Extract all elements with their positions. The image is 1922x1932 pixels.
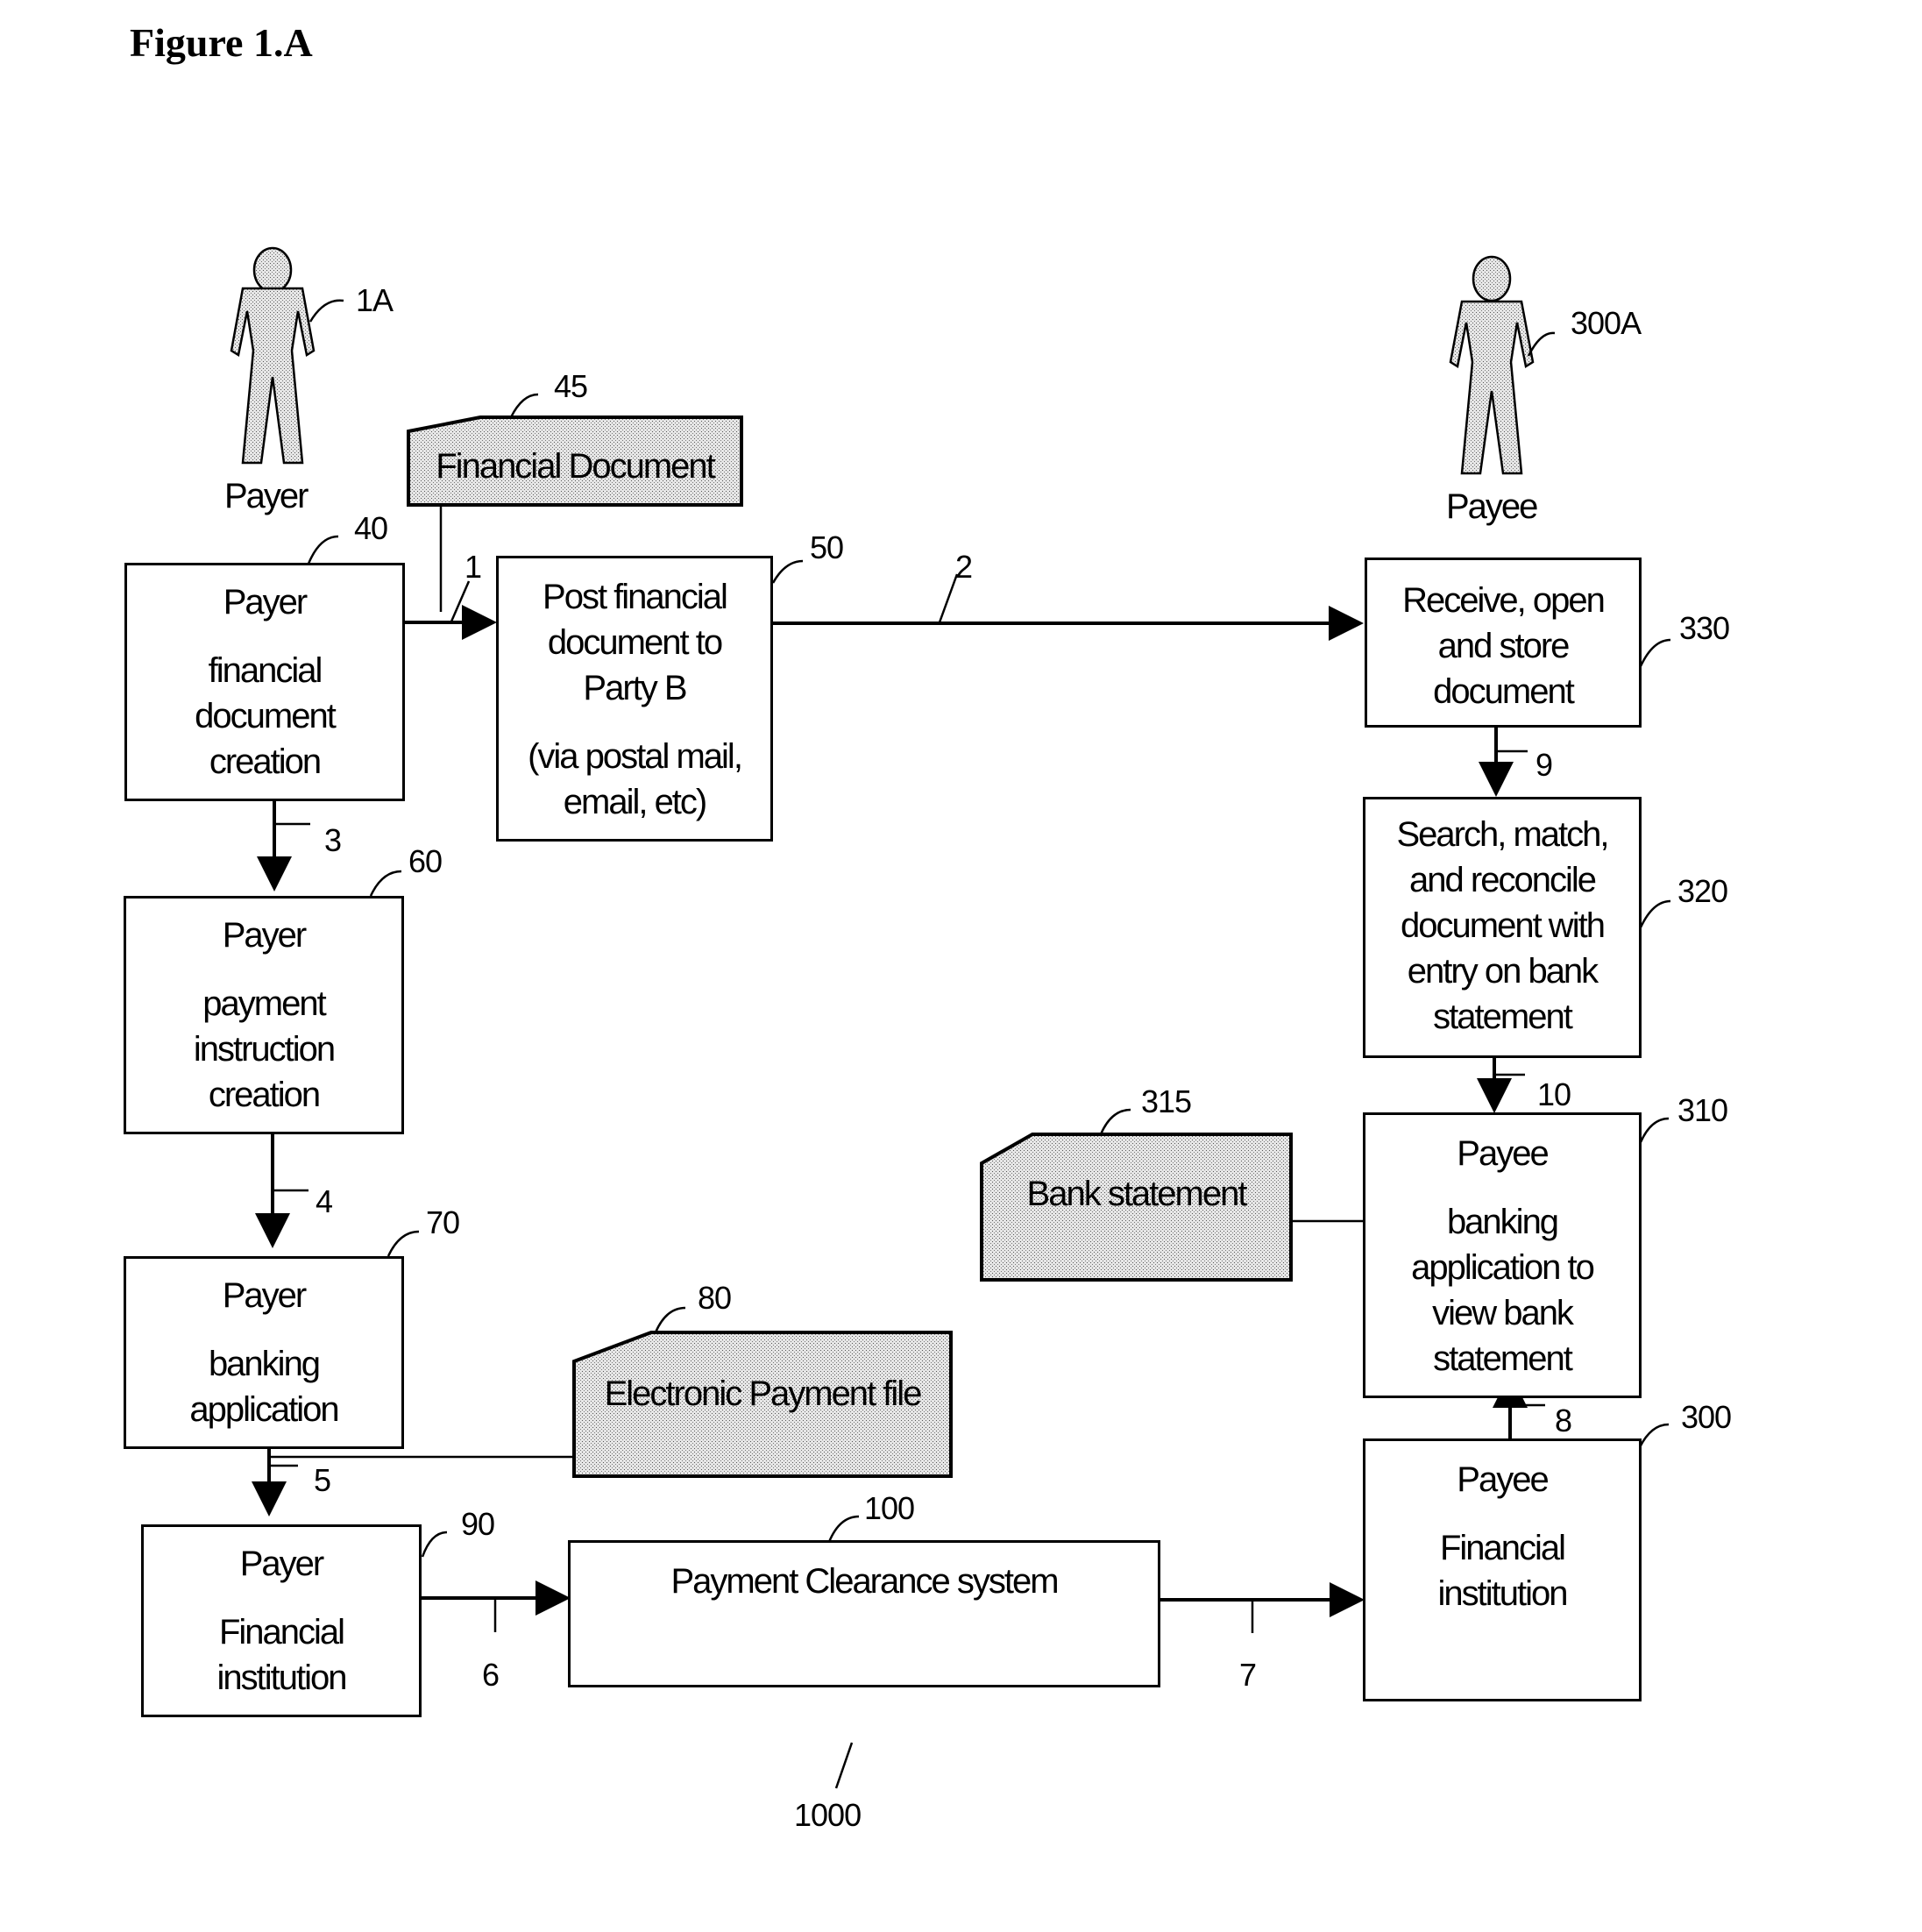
box-50-line: email, etc) [563, 783, 707, 821]
box-320-line: and reconcile [1409, 861, 1597, 899]
flow-9-label: 9 [1535, 747, 1553, 783]
ref-leader-80 [654, 1306, 686, 1333]
box-payment-clearance-system: Payment Clearance system [568, 1540, 1160, 1687]
payer-person-icon [230, 246, 316, 465]
ref-leader-50 [771, 559, 804, 584]
payee-ref: 300A [1571, 305, 1642, 341]
box-310-ref: 310 [1677, 1092, 1728, 1128]
box-50-line: document to [547, 623, 723, 662]
ref-leader-100 [827, 1515, 860, 1543]
box-payee-financial-institution: Payee Financial institution [1363, 1438, 1642, 1701]
box-90-ref: 90 [461, 1506, 495, 1542]
payee-person-icon [1449, 255, 1535, 475]
box-70-title: Payer [222, 1276, 307, 1315]
box-310-line: statement [1433, 1339, 1573, 1378]
box-310-title: Payee [1457, 1134, 1549, 1173]
box-320-line: entry on bank [1407, 952, 1599, 991]
ref-leader-40 [307, 535, 339, 565]
payee-label: Payee [1446, 487, 1538, 526]
box-60-line: instruction [193, 1030, 336, 1069]
box-320-line: statement [1433, 998, 1573, 1036]
payee-ref-leader [1527, 331, 1556, 357]
flow-3-label: 3 [324, 822, 342, 858]
flow-10-label: 10 [1537, 1076, 1571, 1112]
flow-1-leader [450, 580, 471, 622]
figure-ref-leader [834, 1742, 854, 1789]
box-70-line: application [189, 1390, 339, 1429]
payer-ref-leader [309, 299, 344, 323]
box-payer-financial-document-creation: Payer financial document creation [124, 563, 405, 801]
box-300-line: Financial [1439, 1529, 1566, 1567]
box-70-ref: 70 [426, 1204, 460, 1240]
ref-leader-330 [1639, 638, 1671, 667]
box-60-ref: 60 [408, 843, 443, 879]
ref-leader-315 [1099, 1108, 1131, 1135]
box-100-ref: 100 [864, 1490, 915, 1526]
box-40-ref: 40 [354, 510, 388, 546]
box-330-title: Receive, open [1402, 581, 1606, 620]
ref-leader-310 [1639, 1117, 1670, 1143]
box-40-title: Payer [223, 583, 308, 622]
box-330-line: document [1433, 672, 1575, 711]
flow-4-label: 4 [316, 1183, 333, 1219]
box-60-title: Payer [222, 916, 307, 955]
box-70-line: banking [208, 1345, 321, 1383]
flow-6-label: 6 [482, 1657, 500, 1693]
box-310-line: view bank [1432, 1294, 1574, 1332]
box-320-line: document with [1401, 906, 1606, 945]
flow-2-leader [938, 573, 959, 623]
electronic-payment-file-label: Electronic Payment file [604, 1374, 923, 1413]
ref-leader-60 [369, 870, 402, 897]
box-320-title: Search, match, [1396, 815, 1609, 854]
ref-leader-300 [1638, 1423, 1670, 1448]
ref-leader-45 [509, 393, 539, 418]
box-payer-financial-institution: Payer Financial institution [141, 1524, 422, 1717]
box-300-title: Payee [1457, 1460, 1549, 1499]
box-receive-open-store: Receive, open and store document [1365, 558, 1642, 728]
box-40-line: creation [209, 742, 322, 781]
box-payer-payment-instruction-creation: Payer payment instruction creation [124, 896, 404, 1134]
box-search-match-reconcile: Search, match, and reconcile document wi… [1363, 797, 1642, 1058]
box-50-title: Post financial [543, 578, 728, 616]
box-310-line: banking [1446, 1203, 1559, 1241]
figure-ref: 1000 [794, 1797, 862, 1833]
box-90-title: Payer [239, 1545, 324, 1583]
flow-2-label: 2 [955, 549, 973, 585]
box-300-ref: 300 [1681, 1399, 1732, 1435]
electronic-payment-file-ref: 80 [698, 1280, 732, 1316]
box-90-line: institution [216, 1659, 348, 1697]
box-330-line: and store [1437, 627, 1571, 665]
bank-statement-ref: 315 [1141, 1083, 1192, 1119]
box-60-line: creation [208, 1076, 321, 1114]
bank-statement-label: Bank statement [1026, 1175, 1248, 1213]
financial-document-label: Financial Document [436, 447, 716, 486]
box-payee-banking-application: Payee banking application to view bank s… [1363, 1112, 1642, 1398]
payer-label: Payer [224, 477, 309, 515]
box-post-financial-document: Post financial document to Party B (via … [496, 556, 773, 842]
payer-ref: 1A [356, 282, 394, 318]
flow-8-label: 8 [1555, 1403, 1572, 1438]
ref-leader-70 [387, 1230, 420, 1257]
box-310-line: application to [1411, 1248, 1595, 1287]
box-50-line: Party B [583, 669, 687, 707]
box-50-line: (via postal mail, [528, 737, 743, 776]
box-50-ref: 50 [810, 529, 844, 565]
box-300-line: institution [1437, 1574, 1569, 1613]
box-40-line: document [195, 697, 337, 735]
financial-document-ref: 45 [554, 368, 588, 404]
box-40-line: financial [208, 651, 323, 690]
box-60-line: payment [202, 984, 326, 1023]
box-320-ref: 320 [1677, 873, 1728, 909]
box-100-title: Payment Clearance system [670, 1562, 1059, 1601]
flow-7-label: 7 [1239, 1657, 1257, 1693]
box-90-line: Financial [218, 1613, 345, 1651]
ref-leader-320 [1639, 899, 1671, 928]
box-payer-banking-application: Payer banking application [124, 1256, 404, 1449]
flow-5-label: 5 [314, 1462, 331, 1498]
box-330-ref: 330 [1679, 610, 1730, 646]
flow-1-label: 1 [465, 549, 482, 585]
ref-leader-90 [421, 1531, 448, 1558]
